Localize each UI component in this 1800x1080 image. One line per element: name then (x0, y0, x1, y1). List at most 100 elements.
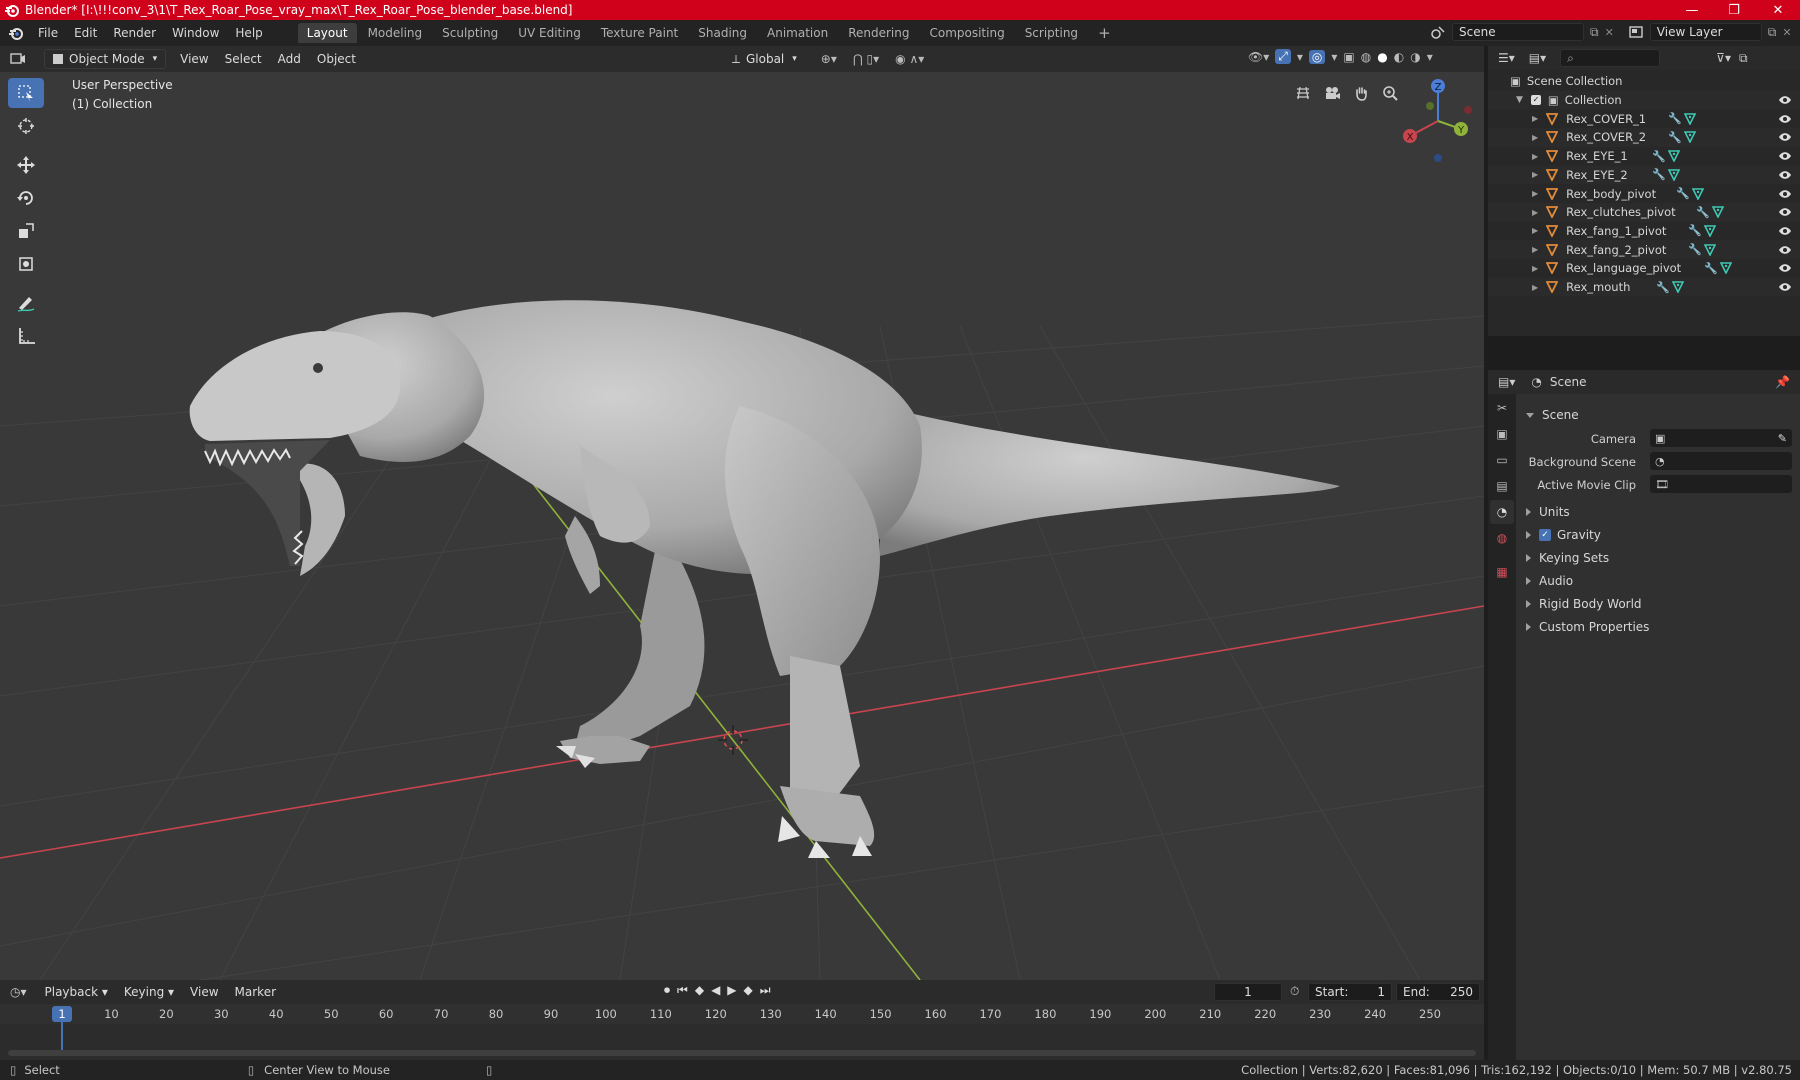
start-frame-field[interactable]: Start: 1 (1308, 983, 1392, 1001)
tab-shading[interactable]: Shading (689, 23, 756, 43)
modifier-wrench-icon[interactable]: 🔧 (1688, 243, 1702, 256)
outliner-search-input[interactable]: ⌕ (1560, 49, 1661, 67)
gizmo-toggle-icon[interactable]: ⤢ (1275, 49, 1291, 64)
tab-rendering[interactable]: Rendering (839, 23, 918, 43)
eye-icon[interactable] (1778, 95, 1792, 105)
modifier-wrench-icon[interactable]: 🔧 (1688, 224, 1702, 237)
tool-properties-tab[interactable]: ✂ (1490, 396, 1514, 420)
scene-properties-tab[interactable]: ◔ (1490, 500, 1514, 524)
outliner-row-object[interactable]: ▶ Rex_language_pivot 🔧 (1488, 259, 1800, 278)
eye-icon[interactable] (1778, 151, 1792, 161)
outliner-row-object[interactable]: ▶ Rex_EYE_1 🔧 (1488, 147, 1800, 166)
viewport-menu-object[interactable]: Object (309, 49, 364, 69)
transform-tool[interactable] (8, 249, 44, 279)
outliner-row-object[interactable]: ▶ Rex_COVER_1 🔧 (1488, 109, 1800, 128)
menu-window[interactable]: Window (164, 20, 227, 46)
scene-icon[interactable] (1430, 24, 1446, 40)
mesh-data-icon[interactable] (1704, 225, 1716, 237)
camera-field[interactable]: ▣ ✎ (1650, 429, 1792, 447)
jump-to-end-icon[interactable]: ⏭ (760, 983, 771, 998)
annotate-tool[interactable] (8, 288, 44, 318)
new-collection-icon[interactable]: ⧉ (1739, 51, 1748, 66)
mesh-data-icon[interactable] (1692, 187, 1704, 200)
pivot-point-icon[interactable]: ⊕▾ (813, 49, 845, 69)
outliner-row-collection[interactable]: ▼ ✓ ▣ Collection (1488, 90, 1800, 110)
render-properties-tab[interactable]: ▣ (1490, 422, 1514, 446)
gizmo-neg-x-axis[interactable] (1464, 106, 1472, 114)
collapse-triangle-icon[interactable]: ▼ (1516, 95, 1523, 105)
close-window-button[interactable]: ✕ (1756, 0, 1800, 20)
delete-scene-icon[interactable]: ✕ (1605, 26, 1614, 39)
menu-help[interactable]: Help (227, 20, 270, 46)
editor-type-icon[interactable] (10, 52, 38, 66)
timeline-ruler[interactable]: 1 10 20 30 40 50 60 70 80 90 100 110 120 130 140 150 160… (0, 1004, 1484, 1024)
mesh-data-icon[interactable] (1668, 169, 1680, 181)
custom-properties-section[interactable]: Custom Properties (1518, 616, 1800, 638)
eye-icon[interactable] (1778, 132, 1792, 142)
tab-animation[interactable]: Animation (758, 23, 837, 43)
record-keyframes-icon[interactable]: ⏺ (664, 983, 670, 998)
outliner-row-object[interactable]: ▶ Rex_EYE_2 🔧 (1488, 165, 1800, 185)
maximize-button[interactable]: ❐ (1712, 0, 1756, 20)
pan-view-hand-icon[interactable] (1348, 80, 1374, 106)
tab-compositing[interactable]: Compositing (920, 23, 1013, 43)
filter-icon[interactable]: ⊽▾ (1716, 51, 1731, 65)
blender-menu-icon[interactable] (8, 25, 24, 41)
new-scene-icon[interactable]: ⧉ (1590, 25, 1599, 40)
viewport-menu-add[interactable]: Add (270, 49, 309, 69)
eye-icon[interactable] (1778, 114, 1792, 124)
overlays-chevron-icon[interactable]: ▾ (1331, 50, 1337, 64)
keying-sets-section[interactable]: Keying Sets (1518, 547, 1800, 569)
expand-triangle-icon[interactable]: ▶ (1532, 189, 1538, 198)
view-layer-properties-tab[interactable]: ▤ (1490, 474, 1514, 498)
minimize-button[interactable]: — (1670, 0, 1714, 20)
modifier-wrench-icon[interactable]: 🔧 (1652, 168, 1666, 181)
scale-tool[interactable] (8, 216, 44, 246)
tab-uv-editing[interactable]: UV Editing (509, 23, 590, 43)
toggle-orthographic-icon[interactable] (1290, 80, 1316, 106)
properties-editor-type-icon[interactable]: ▤▾ (1498, 375, 1515, 389)
rigid-body-world-section[interactable]: Rigid Body World (1518, 593, 1800, 615)
xray-toggle-icon[interactable]: ▣ (1343, 50, 1354, 64)
expand-triangle-icon[interactable]: ▶ (1532, 152, 1538, 161)
timeline-menu-view[interactable]: View (182, 982, 226, 1002)
snap-icon[interactable]: ⋂ ▯▾ (845, 49, 887, 69)
mesh-data-icon[interactable] (1684, 131, 1696, 144)
timeline-scrollbar[interactable] (8, 1050, 1476, 1056)
jump-to-start-icon[interactable]: ⏮ (677, 983, 688, 998)
viewport-menu-view[interactable]: View (172, 49, 216, 69)
texture-properties-tab[interactable]: ▦ (1490, 560, 1514, 584)
outliner-row-object[interactable]: ▶ Rex_body_pivot 🔧 (1488, 184, 1800, 203)
outliner-row-object[interactable]: ▶ Rex_mouth 🔧 (1488, 277, 1800, 297)
outliner-row-object[interactable]: ▶ Rex_fang_2_pivot 🔧 (1488, 240, 1800, 259)
modifier-wrench-icon[interactable]: 🔧 (1652, 150, 1666, 163)
wireframe-shading-icon[interactable]: ◍ (1361, 50, 1371, 64)
display-mode-icon[interactable]: ▤▾ (1529, 51, 1546, 65)
mesh-data-icon[interactable] (1684, 112, 1696, 125)
pin-icon[interactable]: 📌 (1775, 375, 1790, 389)
scene-panel-header[interactable]: Scene (1518, 404, 1800, 426)
current-frame-field[interactable]: 1 (1214, 983, 1282, 1001)
eye-icon[interactable] (1778, 207, 1792, 217)
mesh-data-icon[interactable] (1720, 262, 1732, 275)
expand-triangle-icon[interactable]: ▶ (1532, 170, 1538, 179)
material-shading-icon[interactable]: ◐ (1394, 50, 1404, 64)
eye-icon[interactable] (1778, 189, 1792, 199)
orientation-gizmo[interactable]: Z X Y (1396, 76, 1484, 170)
tab-layout[interactable]: Layout (297, 23, 357, 43)
world-properties-tab[interactable]: ◍ (1490, 526, 1514, 550)
outliner-editor-type-icon[interactable]: ☰▾ (1498, 51, 1515, 65)
jump-to-keyframe-prev-icon[interactable]: ◆ (695, 983, 704, 998)
modifier-wrench-icon[interactable]: 🔧 (1656, 281, 1670, 294)
timeline-editor-type-icon[interactable]: ◷▾ (10, 985, 27, 999)
measure-tool[interactable] (8, 321, 44, 351)
timeline-menu-playback[interactable]: Playback ▾ (37, 982, 116, 1002)
modifier-wrench-icon[interactable]: 🔧 (1704, 262, 1718, 275)
object-mode-dropdown[interactable]: Object Mode ▾ (44, 49, 167, 69)
proportional-editing-icon[interactable]: ◉ ∧▾ (887, 49, 932, 69)
gravity-section[interactable]: ✓ Gravity (1518, 524, 1800, 546)
rotate-tool[interactable] (8, 183, 44, 213)
expand-triangle-icon[interactable]: ▶ (1532, 264, 1538, 273)
outliner-row-object[interactable]: ▶ Rex_fang_1_pivot 🔧 (1488, 222, 1800, 241)
menu-edit[interactable]: Edit (66, 20, 105, 46)
